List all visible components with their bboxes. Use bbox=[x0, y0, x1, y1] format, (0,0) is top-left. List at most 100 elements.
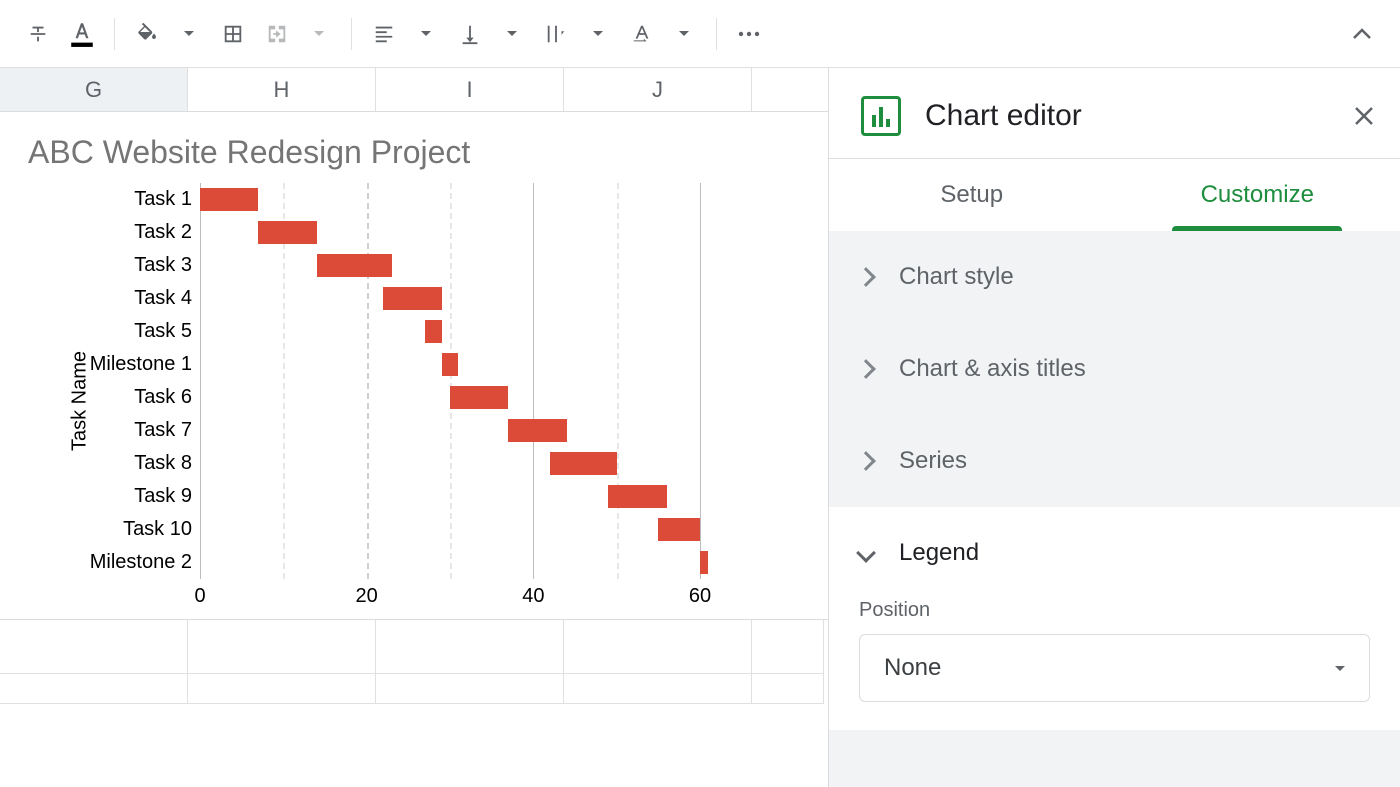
column-header[interactable]: I bbox=[376, 68, 564, 111]
strikethrough-button[interactable] bbox=[20, 16, 56, 52]
chart-category-row: Task 4 bbox=[70, 282, 828, 315]
customize-sections: Chart style Chart & axis titles Series L… bbox=[829, 231, 1400, 787]
chart-category-row: Task 6 bbox=[70, 381, 828, 414]
merge-cells-button[interactable] bbox=[259, 16, 295, 52]
category-label: Task 2 bbox=[70, 221, 200, 244]
category-label: Task 8 bbox=[70, 452, 200, 475]
close-button[interactable] bbox=[1352, 104, 1376, 128]
chart-category-row: Task 3 bbox=[70, 249, 828, 282]
fill-color-button[interactable] bbox=[129, 16, 165, 52]
column-header[interactable]: J bbox=[564, 68, 752, 111]
caret-down-icon bbox=[184, 31, 194, 36]
chart-category-row: Task 1 bbox=[70, 183, 828, 216]
column-header-partial[interactable] bbox=[752, 68, 824, 111]
category-label: Task 3 bbox=[70, 254, 200, 277]
caret-down-icon bbox=[314, 31, 324, 36]
legend-panel: Position None bbox=[829, 599, 1400, 730]
select-value: None bbox=[884, 654, 941, 682]
category-label: Task 1 bbox=[70, 188, 200, 211]
gantt-bar bbox=[442, 353, 459, 376]
category-label: Task 4 bbox=[70, 287, 200, 310]
category-label: Task 6 bbox=[70, 386, 200, 409]
category-label: Milestone 1 bbox=[70, 353, 200, 376]
gantt-bar bbox=[317, 254, 392, 277]
chart-title: ABC Website Redesign Project bbox=[0, 112, 828, 177]
chart-editor-sidebar: Chart editor Setup Customize Chart style… bbox=[828, 68, 1400, 787]
x-tick-label: 20 bbox=[356, 585, 378, 608]
caret-down-icon bbox=[679, 31, 689, 36]
gantt-bar bbox=[425, 320, 442, 343]
chart-category-row: Task 8 bbox=[70, 447, 828, 480]
column-header[interactable]: G bbox=[0, 68, 188, 111]
v-align-dropdown[interactable] bbox=[494, 16, 530, 52]
grid-row[interactable] bbox=[0, 674, 828, 704]
x-axis: 0204060 bbox=[200, 579, 700, 619]
chart-category-row: Task 10 bbox=[70, 513, 828, 546]
borders-button[interactable] bbox=[215, 16, 251, 52]
embedded-chart[interactable]: ABC Website Redesign Project Task Name T… bbox=[0, 112, 828, 620]
category-label: Task 9 bbox=[70, 485, 200, 508]
section-label: Series bbox=[899, 447, 967, 475]
x-tick-label: 0 bbox=[194, 585, 205, 608]
field-label: Position bbox=[859, 599, 1370, 622]
chart-plot: Task Name Task 1Task 2Task 3Task 4Task 5… bbox=[70, 183, 828, 619]
wrap-dropdown[interactable] bbox=[580, 16, 616, 52]
section-chart-style[interactable]: Chart style bbox=[829, 231, 1400, 323]
chevron-right-icon bbox=[856, 451, 876, 471]
text-wrap-button[interactable] bbox=[538, 16, 574, 52]
toolbar-separator bbox=[114, 18, 115, 50]
gantt-bar bbox=[608, 485, 666, 508]
merge-dropdown[interactable] bbox=[301, 16, 337, 52]
h-align-dropdown[interactable] bbox=[408, 16, 444, 52]
tab-customize[interactable]: Customize bbox=[1115, 159, 1400, 231]
toolbar-separator bbox=[351, 18, 352, 50]
column-headers: G H I J bbox=[0, 68, 828, 112]
section-axis-titles[interactable]: Chart & axis titles bbox=[829, 323, 1400, 415]
chart-category-row: Task 9 bbox=[70, 480, 828, 513]
column-header[interactable]: H bbox=[188, 68, 376, 111]
chart-category-row: Task 7 bbox=[70, 414, 828, 447]
gantt-bar bbox=[550, 452, 617, 475]
chart-category-row: Milestone 2 bbox=[70, 546, 828, 579]
sidebar-header: Chart editor bbox=[829, 68, 1400, 158]
gantt-bar bbox=[450, 386, 508, 409]
caret-down-icon bbox=[1335, 666, 1345, 671]
chart-category-row: Task 5 bbox=[70, 315, 828, 348]
chart-editor-icon bbox=[861, 96, 901, 136]
category-label: Task 5 bbox=[70, 320, 200, 343]
text-rotation-button[interactable] bbox=[624, 16, 660, 52]
section-legend[interactable]: Legend bbox=[829, 507, 1400, 599]
sidebar-title: Chart editor bbox=[925, 99, 1328, 133]
caret-down-icon bbox=[593, 31, 603, 36]
sidebar-tabs: Setup Customize bbox=[829, 158, 1400, 231]
tab-setup[interactable]: Setup bbox=[829, 159, 1115, 231]
vertical-align-button[interactable] bbox=[452, 16, 488, 52]
toolbar bbox=[0, 0, 1400, 68]
category-label: Task 7 bbox=[70, 419, 200, 442]
text-color-button[interactable] bbox=[64, 16, 100, 52]
collapse-toolbar-button[interactable] bbox=[1344, 16, 1380, 52]
chart-category-row: Milestone 1 bbox=[70, 348, 828, 381]
x-tick-label: 40 bbox=[522, 585, 544, 608]
section-label: Legend bbox=[899, 539, 979, 567]
chevron-down-icon bbox=[856, 543, 876, 563]
gantt-bar bbox=[383, 287, 441, 310]
spreadsheet-area[interactable]: G H I J ABC Website Redesign Project Tas… bbox=[0, 68, 828, 787]
chevron-right-icon bbox=[856, 267, 876, 287]
legend-position-select[interactable]: None bbox=[859, 634, 1370, 702]
gantt-bar bbox=[200, 188, 258, 211]
rotation-dropdown[interactable] bbox=[666, 16, 702, 52]
horizontal-align-button[interactable] bbox=[366, 16, 402, 52]
grid-row[interactable] bbox=[0, 620, 828, 674]
section-series[interactable]: Series bbox=[829, 415, 1400, 507]
gantt-bar bbox=[508, 419, 566, 442]
x-tick-label: 60 bbox=[689, 585, 711, 608]
toolbar-separator bbox=[716, 18, 717, 50]
gantt-bar bbox=[258, 221, 316, 244]
gantt-bar bbox=[700, 551, 708, 574]
fill-color-dropdown[interactable] bbox=[171, 16, 207, 52]
chart-category-row: Task 2 bbox=[70, 216, 828, 249]
category-label: Milestone 2 bbox=[70, 551, 200, 574]
caret-down-icon bbox=[507, 31, 517, 36]
more-button[interactable] bbox=[731, 16, 767, 52]
